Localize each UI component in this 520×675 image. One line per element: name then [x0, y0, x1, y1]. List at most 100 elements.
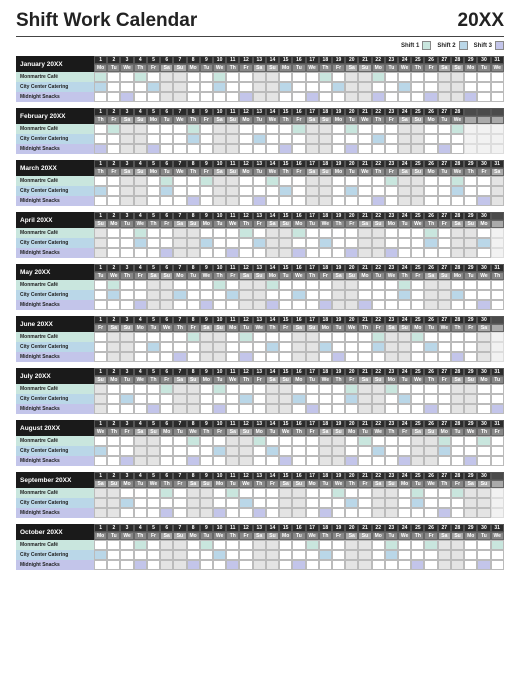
shift-cell[interactable]	[120, 436, 133, 446]
shift-cell[interactable]	[332, 498, 345, 508]
shift-cell[interactable]	[358, 446, 371, 456]
shift-cell[interactable]	[464, 394, 477, 404]
shift-cell[interactable]	[358, 134, 371, 144]
shift-cell[interactable]	[239, 300, 252, 310]
shift-cell[interactable]	[200, 176, 213, 186]
shift-cell[interactable]	[306, 498, 319, 508]
shift-cell[interactable]	[385, 280, 398, 290]
shift-cell[interactable]	[187, 404, 200, 414]
shift-cell[interactable]	[292, 124, 305, 134]
shift-cell[interactable]	[358, 300, 371, 310]
shift-cell[interactable]	[107, 508, 120, 518]
shift-cell[interactable]	[147, 92, 160, 102]
shift-cell[interactable]	[411, 446, 424, 456]
shift-cell[interactable]	[266, 290, 279, 300]
shift-cell[interactable]	[411, 498, 424, 508]
shift-cell[interactable]	[306, 384, 319, 394]
shift-cell[interactable]	[134, 124, 147, 134]
shift-cell[interactable]	[491, 280, 504, 290]
shift-cell[interactable]	[173, 342, 186, 352]
shift-cell[interactable]	[173, 436, 186, 446]
shift-cell[interactable]	[213, 508, 226, 518]
shift-cell[interactable]	[424, 332, 437, 342]
shift-cell[interactable]	[200, 82, 213, 92]
shift-cell[interactable]	[372, 92, 385, 102]
shift-cell[interactable]	[411, 300, 424, 310]
shift-cell[interactable]	[160, 280, 173, 290]
shift-cell[interactable]	[187, 134, 200, 144]
shift-cell[interactable]	[464, 488, 477, 498]
shift-cell[interactable]	[253, 92, 266, 102]
shift-cell[interactable]	[160, 352, 173, 362]
shift-cell[interactable]	[358, 394, 371, 404]
shift-cell[interactable]	[385, 248, 398, 258]
shift-cell[interactable]	[226, 290, 239, 300]
shift-cell[interactable]	[464, 550, 477, 560]
shift-cell[interactable]	[345, 300, 358, 310]
shift-cell[interactable]	[187, 176, 200, 186]
shift-cell[interactable]	[292, 446, 305, 456]
shift-cell[interactable]	[491, 176, 504, 186]
shift-cell[interactable]	[292, 72, 305, 82]
shift-cell[interactable]	[438, 342, 451, 352]
shift-cell[interactable]	[213, 404, 226, 414]
shift-cell[interactable]	[292, 332, 305, 342]
shift-cell[interactable]	[424, 72, 437, 82]
shift-cell[interactable]	[477, 186, 490, 196]
shift-cell[interactable]	[147, 352, 160, 362]
shift-cell[interactable]	[411, 290, 424, 300]
shift-cell[interactable]	[187, 280, 200, 290]
shift-cell[interactable]	[226, 508, 239, 518]
shift-cell[interactable]	[451, 300, 464, 310]
shift-cell[interactable]	[213, 144, 226, 154]
shift-cell[interactable]	[253, 290, 266, 300]
shift-cell[interactable]	[253, 550, 266, 560]
shift-cell[interactable]	[107, 446, 120, 456]
shift-cell[interactable]	[94, 248, 107, 258]
shift-cell[interactable]	[477, 92, 490, 102]
shift-cell[interactable]	[120, 300, 133, 310]
shift-cell[interactable]	[187, 550, 200, 560]
shift-cell[interactable]	[266, 560, 279, 570]
shift-cell[interactable]	[372, 186, 385, 196]
shift-cell[interactable]	[107, 384, 120, 394]
shift-cell[interactable]	[94, 508, 107, 518]
shift-cell[interactable]	[120, 176, 133, 186]
shift-cell[interactable]	[266, 332, 279, 342]
shift-cell[interactable]	[213, 176, 226, 186]
shift-cell[interactable]	[332, 560, 345, 570]
shift-cell[interactable]	[332, 384, 345, 394]
shift-cell[interactable]	[107, 144, 120, 154]
shift-cell[interactable]	[464, 176, 477, 186]
shift-cell[interactable]	[411, 508, 424, 518]
shift-cell[interactable]	[94, 280, 107, 290]
shift-cell[interactable]	[451, 332, 464, 342]
shift-cell[interactable]	[464, 384, 477, 394]
shift-cell[interactable]	[385, 394, 398, 404]
shift-cell[interactable]	[134, 290, 147, 300]
shift-cell[interactable]	[319, 124, 332, 134]
shift-cell[interactable]	[438, 144, 451, 154]
shift-cell[interactable]	[319, 92, 332, 102]
shift-cell[interactable]	[213, 384, 226, 394]
shift-cell[interactable]	[107, 342, 120, 352]
shift-cell[interactable]	[200, 560, 213, 570]
shift-cell[interactable]	[491, 488, 504, 498]
shift-cell[interactable]	[147, 186, 160, 196]
shift-cell[interactable]	[226, 550, 239, 560]
shift-cell[interactable]	[464, 290, 477, 300]
shift-cell[interactable]	[332, 176, 345, 186]
shift-cell[interactable]	[173, 384, 186, 394]
shift-cell[interactable]	[187, 238, 200, 248]
shift-cell[interactable]	[239, 82, 252, 92]
shift-cell[interactable]	[464, 540, 477, 550]
shift-cell[interactable]	[372, 124, 385, 134]
shift-cell[interactable]	[398, 456, 411, 466]
shift-cell[interactable]	[438, 228, 451, 238]
shift-cell[interactable]	[491, 352, 504, 362]
shift-cell[interactable]	[279, 342, 292, 352]
shift-cell[interactable]	[438, 248, 451, 258]
shift-cell[interactable]	[160, 560, 173, 570]
shift-cell[interactable]	[292, 342, 305, 352]
shift-cell[interactable]	[134, 560, 147, 570]
